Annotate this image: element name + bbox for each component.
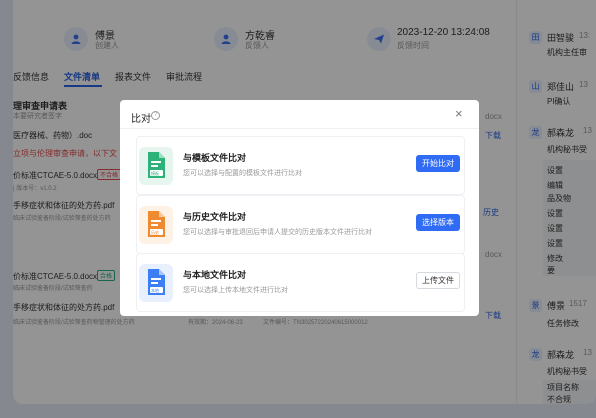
start-compare-button[interactable]: 开始比对 (416, 155, 460, 172)
history-file-icon: 历史 (139, 206, 173, 244)
compare-local-card: 本地 与本地文件比对 您可以选择上传本地文件进行比对 上传文件 (136, 253, 465, 312)
compare-history-card: 历史 与历史文件比对 您可以选择与审批退回后申请人提交的历史版本文件进行比对 选… (136, 195, 465, 254)
dialog-header-divider (120, 128, 479, 129)
close-icon[interactable]: × (455, 107, 463, 121)
local-compare-title: 与本地文件比对 (183, 270, 247, 280)
local-compare-desc: 您可以选择上传本地文件进行比对 (183, 287, 288, 294)
template-compare-title: 与模板文件比对 (183, 153, 247, 163)
compare-dialog: 比对 ? × 模板 与模板文件比对 您可以选择与配置的模板文件进行比对 开始比对 (120, 100, 479, 316)
template-icon-label: 模板 (151, 171, 159, 176)
select-version-button[interactable]: 选择版本 (416, 214, 460, 231)
compare-template-card: 模板 与模板文件比对 您可以选择与配置的模板文件进行比对 开始比对 (136, 136, 465, 195)
local-file-icon: 本地 (139, 264, 173, 302)
history-icon-label: 历史 (151, 230, 159, 235)
history-compare-title: 与历史文件比对 (183, 212, 247, 222)
local-icon-label: 本地 (151, 288, 159, 293)
dialog-title: 比对 (131, 114, 151, 125)
history-compare-desc: 您可以选择与审批退回后申请人提交的历史版本文件进行比对 (183, 229, 372, 236)
template-compare-desc: 您可以选择与配置的模板文件进行比对 (183, 170, 302, 177)
upload-file-button[interactable]: 上传文件 (416, 272, 460, 289)
question-icon[interactable]: ? (151, 111, 160, 120)
template-file-icon: 模板 (139, 147, 173, 185)
